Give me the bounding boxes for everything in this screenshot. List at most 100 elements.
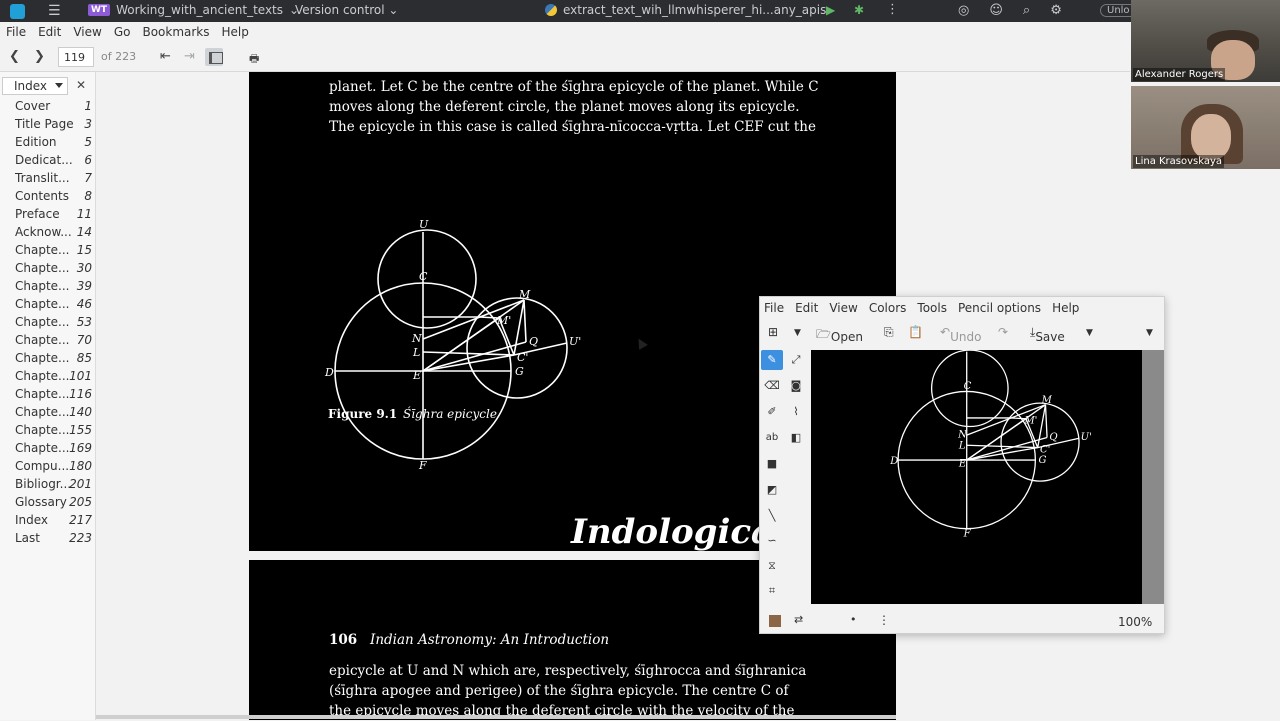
diagram-label: C' <box>517 351 528 364</box>
index-item[interactable]: Chapte... 70 <box>15 333 93 351</box>
brush-size-icon[interactable]: • <box>850 613 857 626</box>
index-item[interactable]: Chapte... 30 <box>15 261 93 279</box>
dr-menu-file[interactable]: File <box>764 301 784 315</box>
index-item-label: Preface <box>15 207 60 221</box>
dr-menu-pencil-options[interactable]: Pencil options <box>958 301 1041 315</box>
redo-icon[interactable]: ↷ <box>998 325 1008 339</box>
select-tool-icon[interactable]: ⧖ <box>761 556 783 576</box>
debug-icon[interactable]: ✱ <box>854 3 864 17</box>
body-line: planet. Let C be the centre of the śīghr… <box>329 79 819 95</box>
index-item[interactable]: Edition 5 <box>15 135 93 153</box>
primary-color-swatch[interactable] <box>769 615 781 627</box>
run-icon[interactable]: ▶ <box>826 3 835 17</box>
index-item[interactable]: Contents 8 <box>15 189 93 207</box>
index-item[interactable]: Chapte... 101 <box>15 369 93 387</box>
search-icon[interactable]: ⌕ <box>1023 3 1030 18</box>
index-item[interactable]: Acknow... 14 <box>15 225 93 243</box>
index-item[interactable]: Cover 1 <box>15 99 93 117</box>
more-options-icon[interactable]: ⋮ <box>878 613 890 627</box>
swap-colors-icon[interactable]: ⇄ <box>794 613 803 626</box>
dr-menu-help[interactable]: Help <box>1052 301 1079 315</box>
menu-help[interactable]: Help <box>222 25 249 39</box>
diagram-label: Q <box>1049 432 1057 443</box>
index-item[interactable]: Chapte... 155 <box>15 423 93 441</box>
index-item[interactable]: Translit... 7 <box>15 171 93 189</box>
dr-menu-edit[interactable]: Edit <box>795 301 818 315</box>
sidebar-mode-select[interactable]: Index <box>2 77 68 95</box>
run-config-selector[interactable]: extract_text_wih_llmwhisperer_hi...any_a… <box>545 3 826 17</box>
menu-view[interactable]: View <box>73 25 101 39</box>
index-item[interactable]: Compu... 180 <box>15 459 93 477</box>
chevron-down-icon[interactable]: ▼ <box>1086 328 1093 338</box>
account-icon[interactable]: ☺ <box>989 3 1003 18</box>
open-button[interactable]: 🗁 Open <box>816 325 863 346</box>
index-item[interactable]: Bibliogr... 201 <box>15 477 93 495</box>
crop-tool-icon[interactable]: ⌗ <box>761 581 783 601</box>
clipboard-icon[interactable]: 📋 <box>908 325 923 339</box>
index-item[interactable]: Title Page 3 <box>15 117 93 135</box>
sidebar-toggle-button[interactable] <box>205 48 223 66</box>
zoom-level[interactable]: 100% <box>1118 615 1152 629</box>
index-item-page: 169 <box>69 441 92 455</box>
paint-bucket-icon[interactable]: ◙ <box>785 376 807 396</box>
ide-logo-icon[interactable] <box>10 4 25 19</box>
hamburger-menu-icon[interactable]: ▼ <box>1146 328 1153 338</box>
hamburger-menu-icon[interactable]: ☰ <box>48 3 61 19</box>
history-forward-icon[interactable]: ⇥ <box>184 49 195 64</box>
index-item[interactable]: Chapte... 39 <box>15 279 93 297</box>
text-tool-icon[interactable]: ab <box>761 428 783 448</box>
index-item[interactable]: Chapte... 116 <box>15 387 93 405</box>
dr-menu-tools[interactable]: Tools <box>917 301 947 315</box>
eraser-tool-icon[interactable]: ⌫ <box>761 376 783 396</box>
color-picker-icon[interactable]: ◧ <box>785 428 807 448</box>
curve-tool-icon[interactable]: ∽ <box>761 531 783 551</box>
index-item[interactable]: Last 223 <box>15 531 93 549</box>
pencil-tool-icon[interactable]: ✎ <box>761 350 783 370</box>
expand-icon[interactable]: ⤢ <box>785 350 807 370</box>
vcs-selector[interactable]: Version control ⌄ <box>295 3 398 17</box>
rectangle-tool-icon[interactable]: ■ <box>761 454 783 474</box>
project-selector[interactable]: WT Working_with_ancient_texts ⌄ <box>88 3 299 17</box>
dr-menu-view[interactable]: View <box>829 301 857 315</box>
chevron-down-icon[interactable]: ▼ <box>794 328 801 338</box>
more-options-icon[interactable]: ⋮ <box>886 2 899 17</box>
undo-button[interactable]: ↶ Undo <box>940 325 981 344</box>
new-image-icon[interactable]: ⊞ <box>768 325 778 339</box>
horizontal-scrollbar[interactable] <box>96 715 896 719</box>
page-number-input[interactable]: 119 <box>58 47 94 67</box>
canvas-scrollbar[interactable] <box>1142 350 1164 604</box>
index-item[interactable]: Chapte... 15 <box>15 243 93 261</box>
import-icon[interactable]: ⎘ <box>884 325 894 340</box>
save-button[interactable]: ⤓ Save <box>1030 325 1065 344</box>
index-item[interactable]: Chapte... 46 <box>15 297 93 315</box>
index-item[interactable]: Index 217 <box>15 513 93 531</box>
next-page-icon[interactable]: ❯ <box>34 49 45 64</box>
video-tile: Lina Krasovskaya <box>1131 86 1280 169</box>
menu-bookmarks[interactable]: Bookmarks <box>142 25 209 39</box>
ai-assistant-icon[interactable]: ◎ <box>958 3 969 18</box>
brush-tool-icon[interactable]: ⌇ <box>785 402 807 422</box>
history-back-icon[interactable]: ⇤ <box>160 49 171 64</box>
index-item[interactable]: Preface 11 <box>15 207 93 225</box>
previous-page-icon[interactable]: ❮ <box>9 49 20 64</box>
index-item[interactable]: Glossary 205 <box>15 495 93 513</box>
dr-menu-colors[interactable]: Colors <box>869 301 907 315</box>
index-item[interactable]: Dedicat... 6 <box>15 153 93 171</box>
viewer-menu-bar: File Edit View Go Bookmarks Help <box>0 22 1130 42</box>
index-sidebar: Index ✕ Cover 1 Title Page 3 Edition 5 Dedicat… <box>0 72 96 720</box>
index-item[interactable]: Chapte... 169 <box>15 441 93 459</box>
index-item[interactable]: Chapte... 85 <box>15 351 93 369</box>
settings-gear-icon[interactable]: ⚙ <box>1050 3 1062 18</box>
drawing-canvas[interactable]: U C M M' NL Q U' D E C'G F <box>811 341 1142 604</box>
close-icon[interactable]: ✕ <box>76 78 86 92</box>
highlighter-tool-icon[interactable]: ✐ <box>761 402 783 422</box>
index-item[interactable]: Chapte... 140 <box>15 405 93 423</box>
shape-tool-icon[interactable]: ◩ <box>761 480 783 500</box>
menu-edit[interactable]: Edit <box>38 25 61 39</box>
line-tool-icon[interactable]: ╲ <box>761 506 783 526</box>
menu-file[interactable]: File <box>6 25 26 39</box>
index-item[interactable]: Chapte... 53 <box>15 315 93 333</box>
menu-go[interactable]: Go <box>114 25 131 39</box>
print-icon[interactable]: 🖶 <box>249 50 259 69</box>
ray-line <box>478 316 500 319</box>
